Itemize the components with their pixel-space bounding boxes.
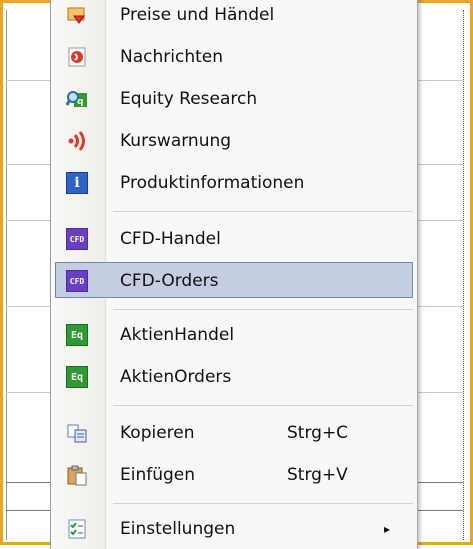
menu-item-einfuegen[interactable]: Einfügen Strg+V bbox=[51, 455, 417, 495]
eq-icon: Eq bbox=[66, 366, 88, 388]
copy-icon bbox=[66, 422, 88, 444]
grid-line bbox=[417, 482, 463, 483]
news-icon bbox=[66, 46, 88, 68]
info-icon: i bbox=[66, 172, 88, 194]
menu-item-label: Kurswarnung bbox=[120, 131, 232, 151]
menu-item-produktinformationen[interactable]: i Produktinformationen bbox=[51, 163, 417, 203]
grid-line bbox=[417, 80, 463, 81]
menu-item-kopieren[interactable]: Kopieren Strg+C bbox=[51, 413, 417, 453]
menu-item-aktienorders[interactable]: Eq AktienOrders bbox=[51, 357, 417, 397]
menu-item-label: CFD-Orders bbox=[120, 271, 219, 291]
grid-line bbox=[6, 306, 50, 307]
grid-line bbox=[417, 392, 463, 393]
menu-item-equity-research[interactable]: q Equity Research bbox=[51, 79, 417, 119]
menu-item-label: CFD-Handel bbox=[120, 229, 221, 249]
grid-line bbox=[417, 510, 463, 511]
grid-line bbox=[6, 220, 50, 221]
grid-line bbox=[417, 306, 463, 307]
context-menu: Preise und Händel Nachrichten q Equity R… bbox=[50, 0, 417, 549]
grid-line bbox=[6, 510, 50, 511]
menu-item-preise-und-haendel[interactable]: Preise und Händel bbox=[51, 0, 417, 35]
menu-item-aktienhandel[interactable]: Eq AktienHandel bbox=[51, 315, 417, 355]
menu-separator bbox=[113, 309, 413, 310]
eq-badge: Eq bbox=[66, 324, 88, 346]
cfd-icon: CFD bbox=[66, 270, 88, 292]
menu-item-label: Nachrichten bbox=[120, 47, 223, 67]
menu-separator bbox=[113, 211, 413, 212]
background-grid-right bbox=[416, 10, 468, 540]
menu-item-label: AktienHandel bbox=[120, 325, 235, 345]
info-badge: i bbox=[66, 172, 88, 194]
menu-separator bbox=[113, 405, 413, 406]
menu-item-label: Equity Research bbox=[120, 89, 258, 109]
grid-line bbox=[6, 164, 50, 165]
menu-separator bbox=[113, 503, 413, 504]
equity-research-icon: q bbox=[65, 88, 88, 110]
menu-item-label: Preise und Händel bbox=[120, 5, 275, 25]
menu-item-cfd-handel[interactable]: CFD CFD-Handel bbox=[51, 219, 417, 259]
menu-item-label: AktienOrders bbox=[120, 367, 232, 387]
grid-line bbox=[417, 220, 463, 221]
menu-item-nachrichten[interactable]: Nachrichten bbox=[51, 37, 417, 77]
selection-highlight bbox=[55, 262, 413, 298]
shortcut-label: Strg+V bbox=[287, 465, 348, 485]
cfd-icon: CFD bbox=[66, 228, 88, 250]
grid-line bbox=[417, 164, 463, 165]
shortcut-label: Strg+C bbox=[287, 423, 349, 443]
menu-item-label: Produktinformationen bbox=[120, 173, 305, 193]
background-dotted-edge bbox=[463, 10, 464, 540]
menu-item-label: Kopieren bbox=[120, 423, 195, 443]
settings-icon bbox=[66, 518, 88, 540]
menu-item-label: Einfügen bbox=[120, 465, 196, 485]
submenu-arrow-icon: ▸ bbox=[384, 522, 391, 536]
cfd-badge: CFD bbox=[66, 270, 88, 292]
price-alert-icon bbox=[66, 130, 88, 152]
menu-item-label: Einstellungen bbox=[120, 519, 236, 539]
eq-badge: Eq bbox=[66, 366, 88, 388]
menu-item-kurswarnung[interactable]: Kurswarnung bbox=[51, 121, 417, 161]
paste-icon bbox=[66, 464, 88, 486]
grid-line bbox=[6, 80, 50, 81]
price-trading-icon bbox=[66, 4, 88, 26]
grid-line bbox=[6, 392, 50, 393]
cfd-badge: CFD bbox=[66, 228, 88, 250]
eq-icon: Eq bbox=[66, 324, 88, 346]
menu-item-cfd-orders[interactable]: CFD CFD-Orders bbox=[51, 261, 417, 301]
background-grid-left bbox=[6, 10, 51, 540]
menu-item-einstellungen[interactable]: Einstellungen ▸ bbox=[51, 509, 417, 549]
grid-line bbox=[6, 482, 50, 483]
